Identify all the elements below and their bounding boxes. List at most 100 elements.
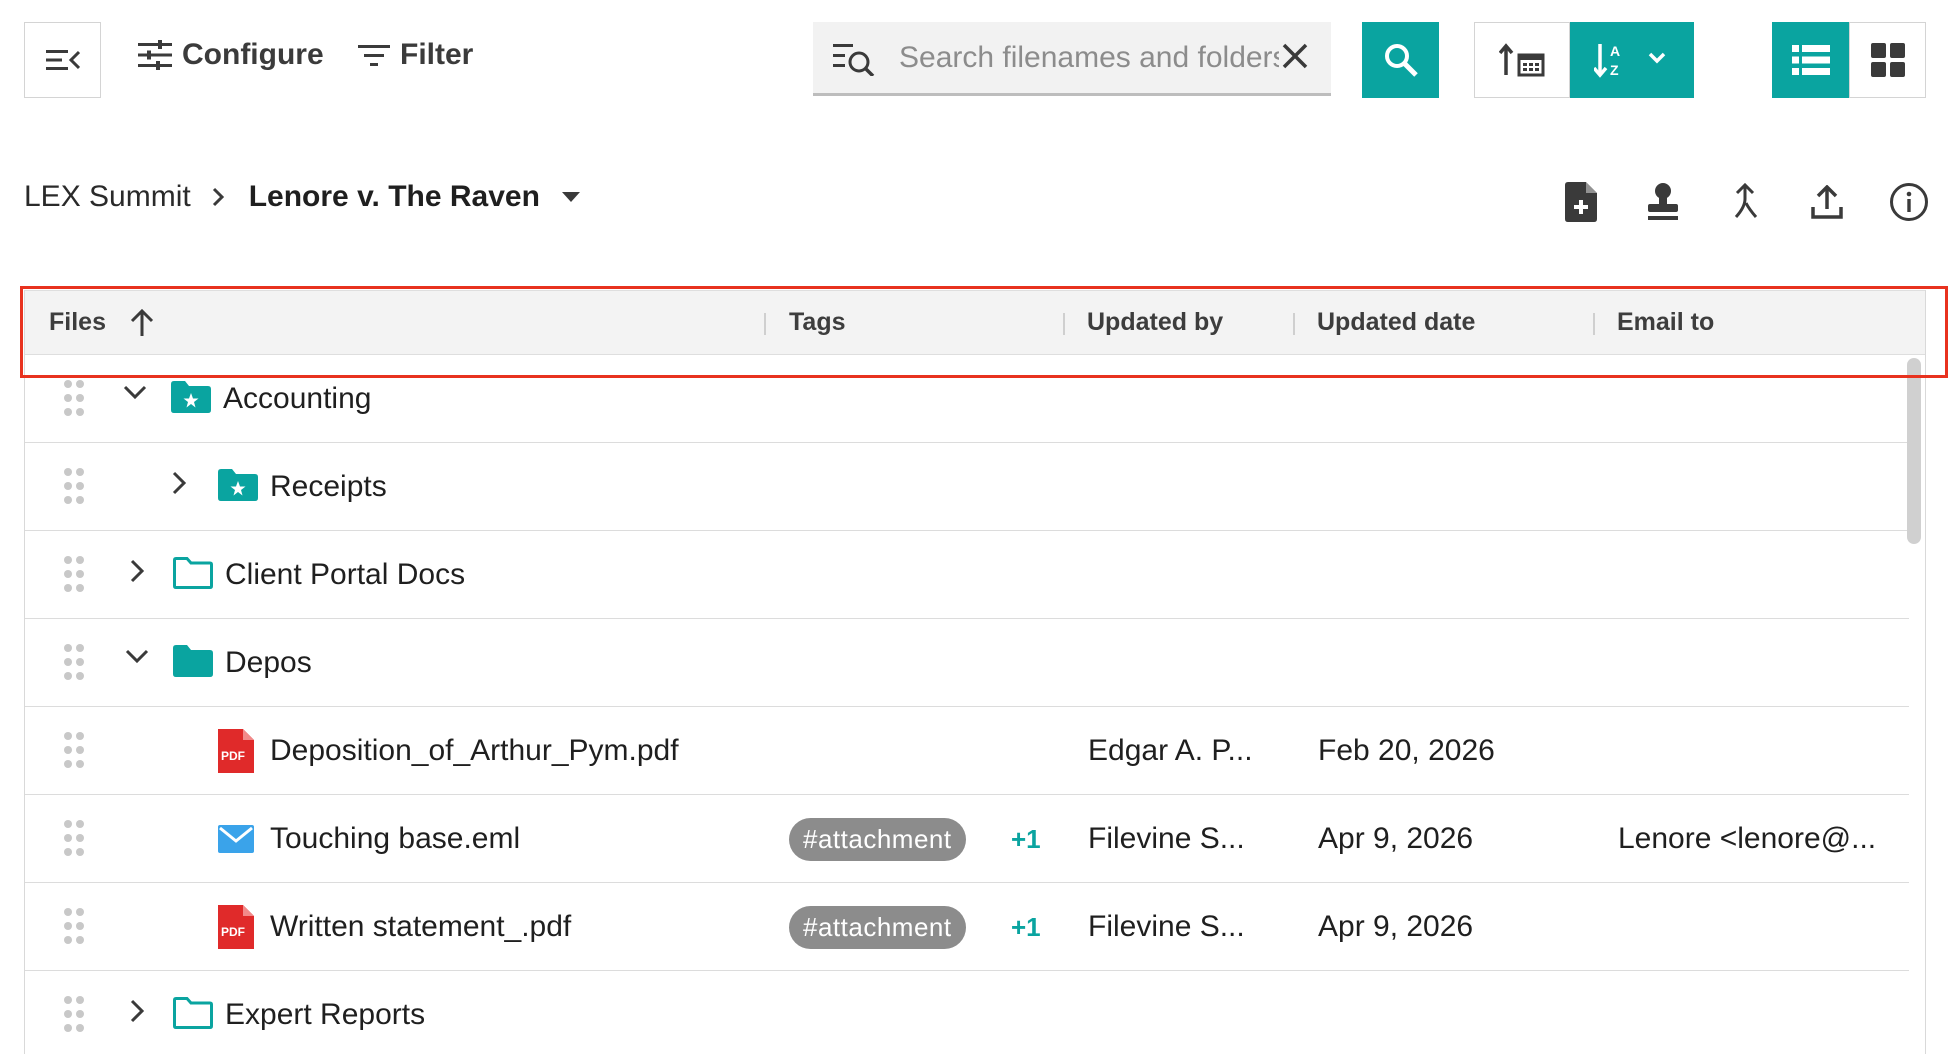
drag-handle-icon[interactable] <box>63 731 85 769</box>
folder-actions <box>1540 180 1950 224</box>
merge-icon <box>1734 183 1758 219</box>
search-list-icon <box>833 40 877 76</box>
row-name[interactable]: Client Portal Docs <box>225 531 465 619</box>
drag-handle-icon[interactable] <box>63 467 85 505</box>
search-icon <box>1384 44 1418 77</box>
sort-date-icon <box>1499 43 1545 77</box>
grid-view-icon <box>1870 43 1905 77</box>
row-email-to: Lenore <lenore@... <box>1618 822 1877 855</box>
row-updated-date: Apr 9, 2026 <box>1318 910 1474 943</box>
filter-icon <box>358 45 390 66</box>
column-header-updated-by[interactable]: Updated by <box>1087 291 1223 354</box>
sort-ascending-icon <box>130 308 154 336</box>
starred-folder-icon <box>171 381 211 413</box>
stamp-button[interactable] <box>1622 180 1704 224</box>
table-row[interactable]: Expert Reports <box>25 971 1909 1054</box>
chevron-right-icon[interactable] <box>171 471 187 495</box>
tag-pill-container: #attachment <box>789 883 966 971</box>
column-header-tags[interactable]: Tags <box>789 291 846 354</box>
drag-handle-icon[interactable] <box>63 643 85 681</box>
search-button[interactable] <box>1362 22 1439 98</box>
drag-handle-icon[interactable] <box>63 995 85 1033</box>
starred-folder-icon <box>218 469 258 501</box>
row-name[interactable]: Deposition_of_Arthur_Pym.pdf <box>270 707 679 795</box>
table-row[interactable]: Depos <box>25 619 1909 707</box>
info-icon <box>1890 183 1928 221</box>
search-input[interactable] <box>899 40 1279 75</box>
breadcrumb-root[interactable]: LEX Summit <box>24 180 191 214</box>
tag-more-count[interactable]: +1 <box>1011 883 1041 971</box>
svg-text:Z: Z <box>1610 62 1619 78</box>
info-button[interactable] <box>1868 180 1950 224</box>
chevron-down-icon[interactable] <box>125 649 149 665</box>
grid-view-button[interactable] <box>1849 22 1926 98</box>
sort-alpha-button[interactable]: A Z <box>1570 22 1694 98</box>
chevron-right-icon[interactable] <box>129 999 145 1023</box>
table-row[interactable]: Accounting <box>25 355 1909 443</box>
breadcrumb-current: Lenore v. The Raven <box>248 180 540 213</box>
new-document-button[interactable] <box>1540 180 1622 224</box>
column-header-email-to[interactable]: Email to <box>1617 291 1714 354</box>
row-updated-by: Filevine S... <box>1088 822 1245 855</box>
email-file-icon <box>218 825 254 853</box>
caret-down-icon[interactable] <box>561 192 580 202</box>
row-updated-date: Feb 20, 2026 <box>1318 734 1495 767</box>
row-name[interactable]: Accounting <box>223 355 371 443</box>
filter-button[interactable]: Filter <box>358 38 473 72</box>
column-divider[interactable] <box>1293 313 1295 335</box>
table-header: Files Tags Updated by Updated date Email… <box>25 290 1925 355</box>
breadcrumb: LEX Summit Lenore v. The Raven <box>24 180 580 214</box>
sliders-icon <box>138 40 172 70</box>
svg-text:PDF: PDF <box>221 749 245 763</box>
vertical-scrollbar[interactable] <box>1907 358 1921 544</box>
configure-label: Configure <box>182 38 324 71</box>
filter-label: Filter <box>400 38 474 71</box>
row-name[interactable]: Depos <box>225 619 312 707</box>
table-row[interactable]: Client Portal Docs <box>25 531 1909 619</box>
merge-button[interactable] <box>1704 180 1786 224</box>
column-divider[interactable] <box>1063 313 1065 335</box>
table-row[interactable]: Touching base.eml #attachment +1 Filevin… <box>25 795 1909 883</box>
chevron-right-icon[interactable] <box>129 559 145 583</box>
file-table: Files Tags Updated by Updated date Email… <box>24 290 1926 1054</box>
collapse-menu-icon <box>45 50 80 70</box>
row-updated-by: Filevine S... <box>1088 910 1245 943</box>
drag-handle-icon[interactable] <box>63 555 85 593</box>
tag-pill[interactable]: #attachment <box>789 817 966 861</box>
tag-pill[interactable]: #attachment <box>789 905 966 949</box>
upload-button[interactable] <box>1786 180 1868 224</box>
row-name[interactable]: Touching base.eml <box>270 795 520 883</box>
upload-icon <box>1811 185 1843 219</box>
chevron-right-icon <box>211 186 225 208</box>
list-view-icon <box>1791 45 1830 75</box>
collapse-menu-button[interactable] <box>24 22 101 98</box>
column-header-files[interactable]: Files <box>49 291 154 354</box>
row-name[interactable]: Written statement_.pdf <box>270 883 571 971</box>
table-row[interactable]: Receipts <box>25 443 1909 531</box>
toolbar: Configure Filter Search filenames and fo… <box>0 0 1952 120</box>
drag-handle-icon[interactable] <box>63 819 85 857</box>
folder-icon <box>173 645 213 677</box>
sort-alpha-icon: A Z <box>1594 43 1620 78</box>
list-view-button[interactable] <box>1772 22 1849 98</box>
pdf-file-icon: PDF <box>218 729 254 773</box>
drag-handle-icon[interactable] <box>63 379 85 417</box>
table-row[interactable]: PDF Deposition_of_Arthur_Pym.pdf Edgar A… <box>25 707 1909 795</box>
sort-by-date-button[interactable] <box>1474 22 1570 98</box>
tag-more-count[interactable]: +1 <box>1011 795 1041 883</box>
svg-text:A: A <box>1610 43 1620 59</box>
clear-search-button[interactable] <box>1281 42 1309 75</box>
drag-handle-icon[interactable] <box>63 907 85 945</box>
row-name[interactable]: Receipts <box>270 443 387 531</box>
row-name[interactable]: Expert Reports <box>225 971 425 1054</box>
pdf-file-icon: PDF <box>218 905 254 949</box>
column-header-updated-date[interactable]: Updated date <box>1317 291 1475 354</box>
chevron-down-icon[interactable] <box>123 385 147 401</box>
configure-button[interactable]: Configure <box>138 38 324 72</box>
chevron-down-icon[interactable] <box>1648 51 1666 69</box>
stamp-icon <box>1648 183 1678 220</box>
new-document-icon <box>1565 182 1597 222</box>
column-divider[interactable] <box>764 313 766 335</box>
table-row[interactable]: PDF Written statement_.pdf #attachment +… <box>25 883 1909 971</box>
column-divider[interactable] <box>1593 313 1595 335</box>
